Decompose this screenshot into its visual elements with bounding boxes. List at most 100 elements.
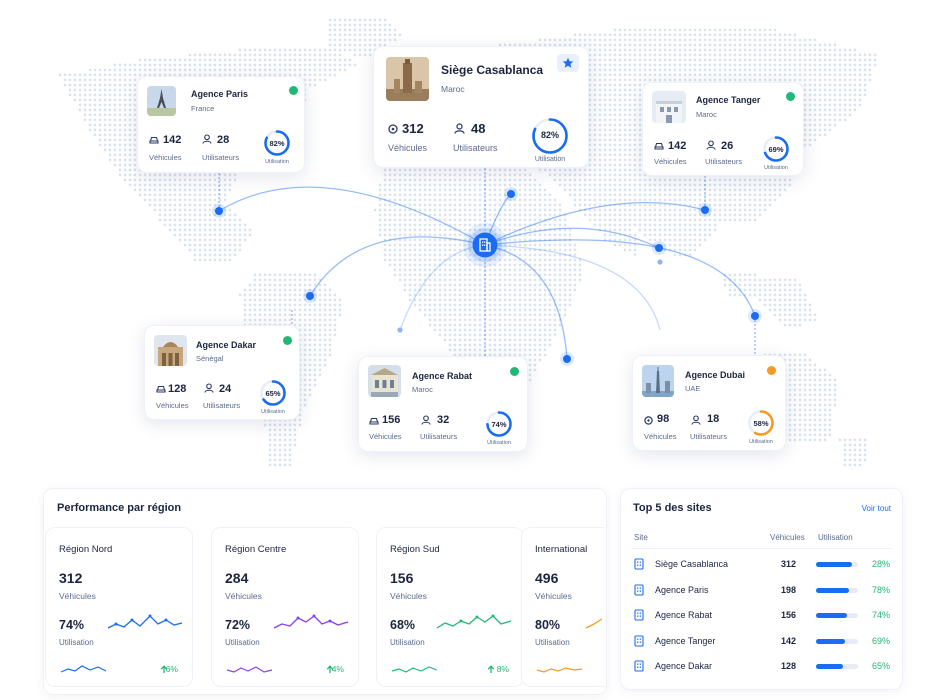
steering-wheel-icon (644, 416, 653, 425)
site-utilization: 78% (871, 584, 890, 595)
region-utilization: 80% (535, 618, 561, 632)
utilization-sparkline (436, 614, 512, 629)
arrow-up-icon (487, 665, 495, 673)
users-label: Utilisateurs (453, 143, 498, 153)
site-card-casablanca[interactable]: Siège Casablanca Maroc 312 Véhicules 48 … (373, 46, 589, 168)
site-name: Agence Rabat (412, 371, 473, 381)
user-icon (421, 415, 431, 425)
building-icon (634, 635, 644, 647)
world-map[interactable]: Agence Paris France 142 Véhicules 28 Uti… (0, 0, 950, 480)
site-card-rabat[interactable]: Agence Rabat Maroc 156 Véhicules 32 Util… (358, 356, 528, 452)
region-utilization-label: Utilisation (225, 638, 260, 647)
location-node (563, 355, 571, 363)
site-name: Agence Rabat (655, 610, 713, 621)
location-node (751, 312, 759, 320)
table-divider (632, 548, 892, 549)
utilization-bar-fill (816, 613, 848, 619)
utilization-label: Utilisation (749, 439, 773, 445)
site-card-tanger[interactable]: Agence Tanger Maroc 142 Véhicules 26 Uti… (642, 82, 804, 176)
site-country: UAE (685, 384, 701, 393)
user-icon (204, 383, 214, 393)
column-header-site: Site (634, 533, 648, 542)
car-icon (156, 385, 166, 393)
site-name: Agence Paris (655, 584, 709, 595)
vehicles-label: Véhicules (156, 401, 189, 410)
favorite-button[interactable] (557, 54, 579, 72)
eiffel-tower-icon (147, 86, 176, 116)
region-card-international[interactable]: International 496 Véhicules 80% Utilisat… (521, 527, 605, 687)
region-vehicles: 312 (59, 570, 83, 586)
region-utilization-label: Utilisation (535, 638, 570, 647)
region-vehicles-label: Véhicules (225, 591, 262, 601)
site-vehicles: 128 (780, 661, 796, 672)
utilization-value: 58% (753, 419, 769, 428)
region-name: International (535, 544, 588, 555)
column-header-vehicles: Véhicules (770, 533, 805, 542)
utilization-bar-fill (816, 562, 853, 567)
region-utilization: 74% (59, 618, 85, 632)
status-indicator (283, 336, 292, 345)
site-name: Agence Tanger (696, 95, 761, 105)
location-node (507, 190, 515, 198)
status-indicator (786, 92, 795, 101)
utilization-value: 74% (491, 420, 507, 429)
site-utilization: 65% (871, 661, 890, 672)
view-all-link[interactable]: Voir tout (845, 504, 891, 513)
region-vehicles-label: Véhicules (390, 591, 427, 601)
site-vehicles: 312 (780, 559, 796, 569)
users-label: Utilisateurs (705, 157, 743, 166)
vehicles-count: 142 (163, 134, 182, 146)
utilization-label: Utilisation (261, 409, 285, 415)
trend-sparkline (536, 667, 583, 673)
building-icon (634, 609, 644, 621)
region-delta: 8% (496, 664, 509, 674)
column-header-utilization: Utilisation (818, 533, 853, 542)
utilization-bar-fill (816, 638, 845, 644)
utilization-label: Utilisation (764, 165, 788, 171)
location-node (215, 207, 223, 215)
site-name: Agence Tanger (655, 635, 716, 646)
connection-arc (218, 186, 486, 246)
building-icon (634, 584, 644, 596)
region-vehicles-label: Véhicules (535, 591, 572, 601)
performance-title: Performance par région (57, 502, 182, 514)
region-delta: 6% (165, 664, 178, 674)
utilization-label: Utilisation (265, 159, 289, 165)
site-card-dubai[interactable]: Agence Dubai UAE 98 Véhicules 18 Utilisa… (632, 355, 786, 451)
status-indicator (510, 367, 519, 376)
site-card-paris[interactable]: Agence Paris France 142 Véhicules 28 Uti… (137, 76, 305, 173)
status-indicator (289, 86, 298, 95)
site-vehicles: 142 (780, 635, 796, 646)
hub-node[interactable] (462, 222, 508, 268)
region-card-sud[interactable]: Région Sud 156 Véhicules 68% Utilisation… (376, 527, 524, 687)
vehicles-label: Véhicules (369, 432, 402, 441)
region-vehicles: 156 (390, 570, 414, 586)
region-utilization-label: Utilisation (390, 638, 425, 647)
region-name: Région Sud (390, 544, 440, 555)
site-name: Agence Dakar (196, 340, 257, 350)
trend-sparkline (391, 666, 438, 673)
region-utilization-label: Utilisation (59, 638, 94, 647)
user-icon (691, 415, 701, 425)
top-sites-title: Top 5 des sites (633, 502, 712, 514)
site-vehicles: 198 (780, 584, 796, 595)
connection-arc (309, 236, 486, 297)
site-name: Siège Casablanca (441, 63, 544, 77)
region-name: Région Centre (225, 544, 287, 555)
utilization-value: 82% (269, 139, 285, 148)
region-card-nord[interactable]: Région Nord 312 Véhicules 74% Utilisatio… (45, 527, 193, 687)
utilization-value: 82% (540, 130, 559, 140)
region-card-centre[interactable]: Région Centre 284 Véhicules 72% Utilisat… (211, 527, 359, 687)
car-icon (149, 136, 159, 144)
hassan-tower-icon (386, 57, 429, 101)
site-country: Maroc (696, 110, 717, 119)
site-card-dakar[interactable]: Agence Dakar Sénégal 128 Véhicules 24 Ut… (144, 325, 300, 420)
users-count: 48 (471, 121, 486, 136)
star-icon (562, 57, 574, 68)
connection-arc (484, 227, 660, 249)
location-node (657, 259, 663, 265)
region-utilization: 68% (390, 618, 416, 632)
utilization-bar (816, 613, 858, 619)
utilization-bar-fill (816, 664, 844, 670)
location-node (306, 292, 314, 300)
